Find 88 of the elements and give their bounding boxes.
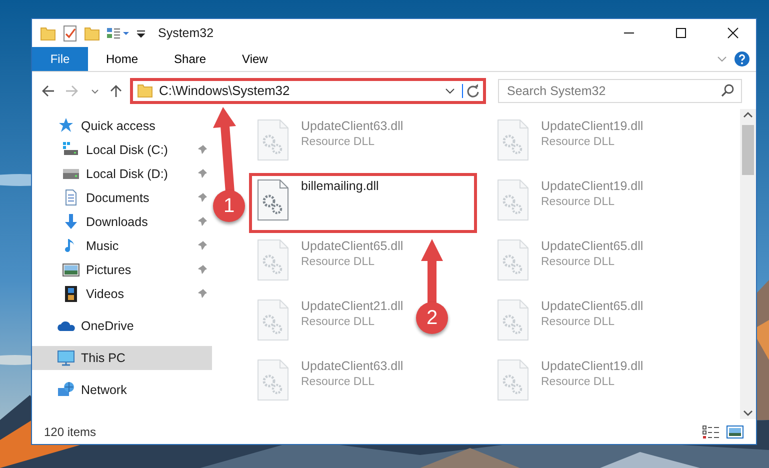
file-type: Resource DLL — [301, 315, 376, 330]
file-name: UpdateClient63.dll — [301, 119, 404, 134]
pin-icon[interactable] — [196, 192, 208, 204]
file-name: UpdateClient19.dll — [541, 359, 644, 374]
window-title: System32 — [158, 24, 214, 42]
scrollbar-thumb[interactable] — [742, 125, 754, 175]
file-type: Resource DLL — [301, 135, 376, 150]
folder-icon[interactable] — [40, 24, 56, 42]
back-icon — [41, 84, 55, 98]
pin-icon[interactable] — [196, 264, 208, 276]
pin-icon[interactable] — [196, 240, 208, 252]
large-icons-view-icon[interactable] — [726, 424, 744, 438]
pin-icon[interactable] — [196, 288, 208, 300]
file-item[interactable]: UpdateClient19.dll Resource DLL — [489, 113, 650, 173]
file-item[interactable]: UpdateClient63.dll Resource DLL — [249, 353, 410, 413]
address-path: C:\Windows\System32 — [159, 82, 291, 100]
file-type: Resource DLL — [541, 375, 616, 390]
dll-file-icon — [497, 179, 529, 221]
ribbon-tab[interactable]: Share — [156, 47, 224, 71]
file-item[interactable]: UpdateClient63.dll Resource DLL — [249, 113, 410, 173]
file-type: Resource DLL — [301, 255, 376, 270]
dll-file-icon — [257, 119, 289, 161]
star-icon — [57, 117, 75, 135]
file-type: Resource DLL — [541, 135, 616, 150]
nav-item[interactable]: Pictures — [32, 258, 212, 282]
nav-item[interactable]: This PC — [32, 346, 212, 370]
dll-file-icon — [497, 239, 529, 281]
nav-item[interactable]: Videos — [32, 282, 212, 306]
dll-file-icon — [257, 299, 289, 341]
search-icon[interactable] — [721, 84, 734, 96]
nav-item[interactable]: Network — [32, 378, 212, 402]
file-item[interactable]: billemailing.dll — [249, 173, 477, 233]
new-folder-icon[interactable] — [84, 24, 100, 42]
file-name: UpdateClient21.dll — [301, 299, 404, 314]
nav-item[interactable]: Local Disk (D:) — [32, 162, 212, 186]
help-icon[interactable] — [734, 51, 750, 67]
file-item[interactable]: UpdateClient65.dll Resource DLL — [249, 233, 410, 293]
pin-icon[interactable] — [196, 144, 208, 156]
up-icon — [109, 84, 123, 98]
file-item[interactable]: UpdateClient21.dll Resource DLL — [249, 293, 410, 353]
properties-icon[interactable] — [62, 24, 78, 42]
file-item[interactable]: UpdateClient65.dll Resource DLL — [489, 293, 650, 353]
file-item[interactable]: UpdateClient19.dll Resource DLL — [489, 173, 650, 233]
ribbon-tab[interactable]: Home — [88, 47, 156, 71]
folder-icon — [137, 82, 153, 99]
dll-file-icon — [497, 359, 529, 401]
forward-icon — [65, 84, 79, 98]
file-name: UpdateClient65.dll — [301, 239, 404, 254]
nav-item[interactable]: Documents — [32, 186, 212, 210]
nav-item[interactable]: Music — [32, 234, 212, 258]
file-type: Resource DLL — [541, 315, 616, 330]
nav-item[interactable]: OneDrive — [32, 314, 212, 338]
nav-item[interactable]: Quick access — [32, 114, 212, 138]
close-icon — [727, 27, 739, 39]
nav-item[interactable]: Downloads — [32, 210, 212, 234]
scrollbar[interactable] — [740, 109, 756, 419]
file-type: Resource DLL — [541, 195, 616, 210]
ribbon-tab[interactable]: View — [224, 47, 286, 71]
item-count: 120 items — [44, 424, 98, 440]
network-icon — [57, 381, 75, 399]
search-field[interactable]: Search System32 — [498, 78, 742, 102]
file-name: UpdateClient19.dll — [541, 179, 644, 194]
file-item[interactable]: UpdateClient65.dll Resource DLL — [489, 233, 650, 293]
dll-file-icon — [257, 239, 289, 281]
pin-icon[interactable] — [196, 168, 208, 180]
refresh-icon — [466, 84, 480, 98]
file-type: Resource DLL — [301, 375, 376, 390]
picture-frame-icon — [62, 261, 80, 279]
dll-file-icon — [257, 179, 289, 221]
file-type: Resource DLL — [541, 255, 616, 270]
address-bar[interactable]: C:\Windows\System32 — [130, 78, 486, 104]
maximize-icon — [675, 27, 687, 39]
dll-file-icon — [497, 119, 529, 161]
file-name: UpdateClient63.dll — [301, 359, 404, 374]
file-name: UpdateClient19.dll — [541, 119, 644, 134]
file-name: UpdateClient65.dll — [541, 239, 644, 254]
pin-icon[interactable] — [196, 216, 208, 228]
dll-file-icon — [497, 299, 529, 341]
file-name: UpdateClient65.dll — [541, 299, 644, 314]
file-name: billemailing.dll — [301, 179, 379, 194]
details-view-icon[interactable] — [702, 424, 720, 438]
computer-icon — [57, 349, 75, 367]
download-arrow-icon — [62, 213, 80, 231]
nav-item[interactable]: Local Disk (C:) — [32, 138, 212, 162]
dll-file-icon — [257, 359, 289, 401]
film-strip-icon — [62, 285, 80, 303]
file-tab[interactable]: File — [32, 47, 88, 71]
file-item[interactable]: UpdateClient19.dll Resource DLL — [489, 353, 650, 413]
